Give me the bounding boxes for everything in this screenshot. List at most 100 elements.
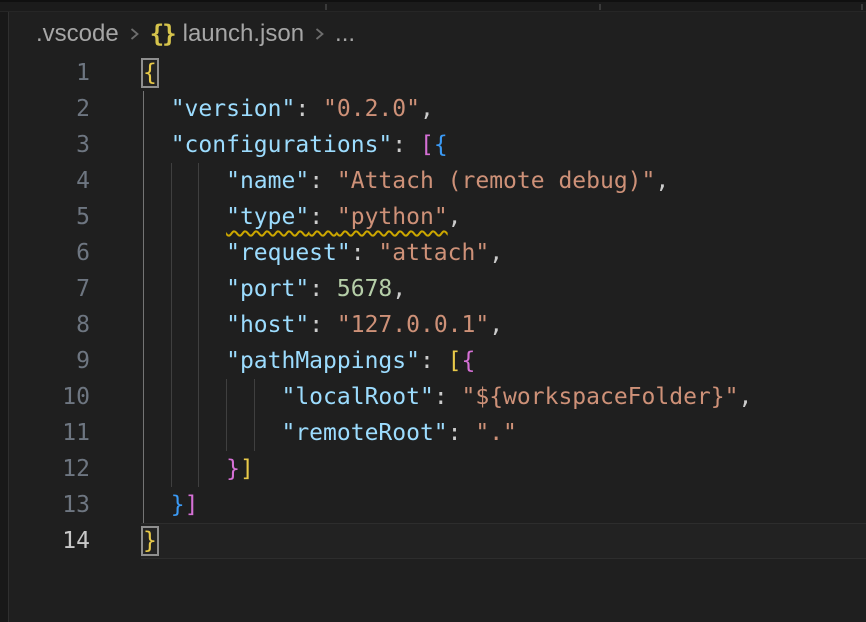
code-token[interactable]: "port" — [226, 276, 309, 302]
line-text[interactable]: "version": "0.2.0", — [143, 91, 434, 127]
json-braces-icon: {} — [150, 20, 175, 48]
code-token[interactable]: "localRoot" — [281, 384, 433, 410]
code-token[interactable]: : — [309, 204, 337, 230]
tab-separator — [325, 4, 327, 10]
code-token[interactable]: : — [420, 348, 448, 374]
code-token[interactable]: : — [309, 312, 337, 338]
code-token[interactable]: ] — [185, 492, 199, 518]
line-number[interactable]: 3 — [9, 127, 90, 163]
code-token[interactable]: "0.2.0" — [323, 96, 420, 122]
code-line[interactable]: 9 "pathMappings": [{ — [9, 343, 866, 379]
code-token[interactable]: : — [351, 240, 379, 266]
code-token[interactable]: , — [738, 384, 752, 410]
code-line[interactable]: 14} — [9, 523, 866, 559]
code-token[interactable]: { — [462, 348, 476, 374]
code-token[interactable]: : — [309, 276, 337, 302]
breadcrumb-item-symbol-path[interactable]: ... — [335, 20, 355, 48]
line-number[interactable]: 6 — [9, 235, 90, 271]
code-line[interactable]: 1{ — [9, 55, 866, 91]
line-number[interactable]: 2 — [9, 91, 90, 127]
code-token[interactable]: : — [309, 168, 337, 194]
warning-squiggle: "type": "python" — [226, 204, 448, 230]
code-token[interactable]: : — [295, 96, 323, 122]
line-number[interactable]: 11 — [9, 415, 90, 451]
indent-whitespace — [143, 168, 226, 194]
code-token[interactable]: "host" — [226, 312, 309, 338]
code-token[interactable]: "pathMappings" — [226, 348, 420, 374]
bracket-match-token[interactable]: { — [143, 60, 157, 86]
line-number[interactable]: 5 — [9, 199, 90, 235]
code-line[interactable]: 11 "remoteRoot": "." — [9, 415, 866, 451]
code-token[interactable]: 5678 — [337, 276, 392, 302]
line-text[interactable]: "pathMappings": [{ — [143, 343, 475, 379]
indent-whitespace — [143, 204, 226, 230]
breadcrumb-item-launch-json[interactable]: launch.json — [183, 20, 304, 48]
code-token[interactable]: : — [434, 384, 462, 410]
line-text[interactable]: "request": "attach", — [143, 235, 503, 271]
code-line[interactable]: 8 "host": "127.0.0.1", — [9, 307, 866, 343]
line-number[interactable]: 12 — [9, 451, 90, 487]
code-token[interactable]: "attach" — [378, 240, 489, 266]
line-text[interactable]: "remoteRoot": "." — [143, 415, 517, 451]
code-token[interactable]: "version" — [171, 96, 296, 122]
code-line[interactable]: 2 "version": "0.2.0", — [9, 91, 866, 127]
line-number[interactable]: 8 — [9, 307, 90, 343]
code-token[interactable]: } — [226, 456, 240, 482]
code-token[interactable]: , — [392, 276, 406, 302]
code-line[interactable]: 12 }] — [9, 451, 866, 487]
line-text[interactable]: { — [143, 55, 157, 91]
code-token[interactable]: [ — [420, 132, 434, 158]
line-number[interactable]: 10 — [9, 379, 90, 415]
code-token[interactable]: , — [655, 168, 669, 194]
line-text[interactable]: "type": "python", — [143, 199, 462, 235]
code-token[interactable]: , — [489, 240, 503, 266]
sidebar-edge — [0, 12, 9, 622]
line-text[interactable]: }] — [143, 487, 198, 523]
code-token[interactable]: "." — [475, 420, 517, 446]
line-number[interactable]: 7 — [9, 271, 90, 307]
code-token[interactable]: , — [448, 204, 462, 230]
line-number[interactable]: 4 — [9, 163, 90, 199]
line-text[interactable]: } — [143, 523, 157, 559]
line-text[interactable]: }] — [143, 451, 254, 487]
code-token[interactable]: "remoteRoot" — [281, 420, 447, 446]
code-line[interactable]: 3 "configurations": [{ — [9, 127, 866, 163]
code-line[interactable]: 5 "type": "python", — [9, 199, 866, 235]
code-token[interactable]: [ — [448, 348, 462, 374]
line-number[interactable]: 9 — [9, 343, 90, 379]
line-text[interactable]: "host": "127.0.0.1", — [143, 307, 503, 343]
line-text[interactable]: "name": "Attach (remote debug)", — [143, 163, 669, 199]
code-token[interactable]: "${workspaceFolder}" — [462, 384, 739, 410]
code-token[interactable]: "name" — [226, 168, 309, 194]
line-text[interactable]: "configurations": [{ — [143, 127, 448, 163]
line-number[interactable]: 14 — [9, 523, 90, 559]
breadcrumb-item-vscode[interactable]: .vscode — [36, 20, 119, 48]
code-token[interactable]: , — [420, 96, 434, 122]
code-token[interactable]: "127.0.0.1" — [337, 312, 489, 338]
line-number[interactable]: 13 — [9, 487, 90, 523]
code-line[interactable]: 10 "localRoot": "${workspaceFolder}", — [9, 379, 866, 415]
code-token[interactable]: "Attach (remote debug)" — [337, 168, 656, 194]
code-line[interactable]: 4 "name": "Attach (remote debug)", — [9, 163, 866, 199]
code-token[interactable]: } — [171, 492, 185, 518]
code-token[interactable]: "type" — [226, 204, 309, 230]
indent-whitespace — [143, 312, 226, 338]
code-token[interactable]: : — [392, 132, 420, 158]
line-number[interactable]: 1 — [9, 55, 90, 91]
code-token[interactable]: ] — [240, 456, 254, 482]
code-line[interactable]: 6 "request": "attach", — [9, 235, 866, 271]
line-text[interactable]: "localRoot": "${workspaceFolder}", — [143, 379, 752, 415]
code-token[interactable]: : — [448, 420, 476, 446]
code-token[interactable]: "configurations" — [171, 132, 393, 158]
breadcrumb: .vscode {} launch.json... — [9, 12, 866, 55]
code-token[interactable]: "request" — [226, 240, 351, 266]
code-area[interactable]: 1{2 "version": "0.2.0",3 "configurations… — [9, 55, 866, 622]
code-token[interactable]: { — [434, 132, 448, 158]
bracket-match-token[interactable]: } — [143, 528, 157, 554]
line-text[interactable]: "port": 5678, — [143, 271, 406, 307]
code-line[interactable]: 13 }] — [9, 487, 866, 523]
code-line[interactable]: 7 "port": 5678, — [9, 271, 866, 307]
code-token[interactable]: , — [489, 312, 503, 338]
editor-pane[interactable]: .vscode{}launch.json... 1{2 "version": "… — [9, 12, 866, 622]
code-token[interactable]: "python" — [337, 204, 448, 230]
